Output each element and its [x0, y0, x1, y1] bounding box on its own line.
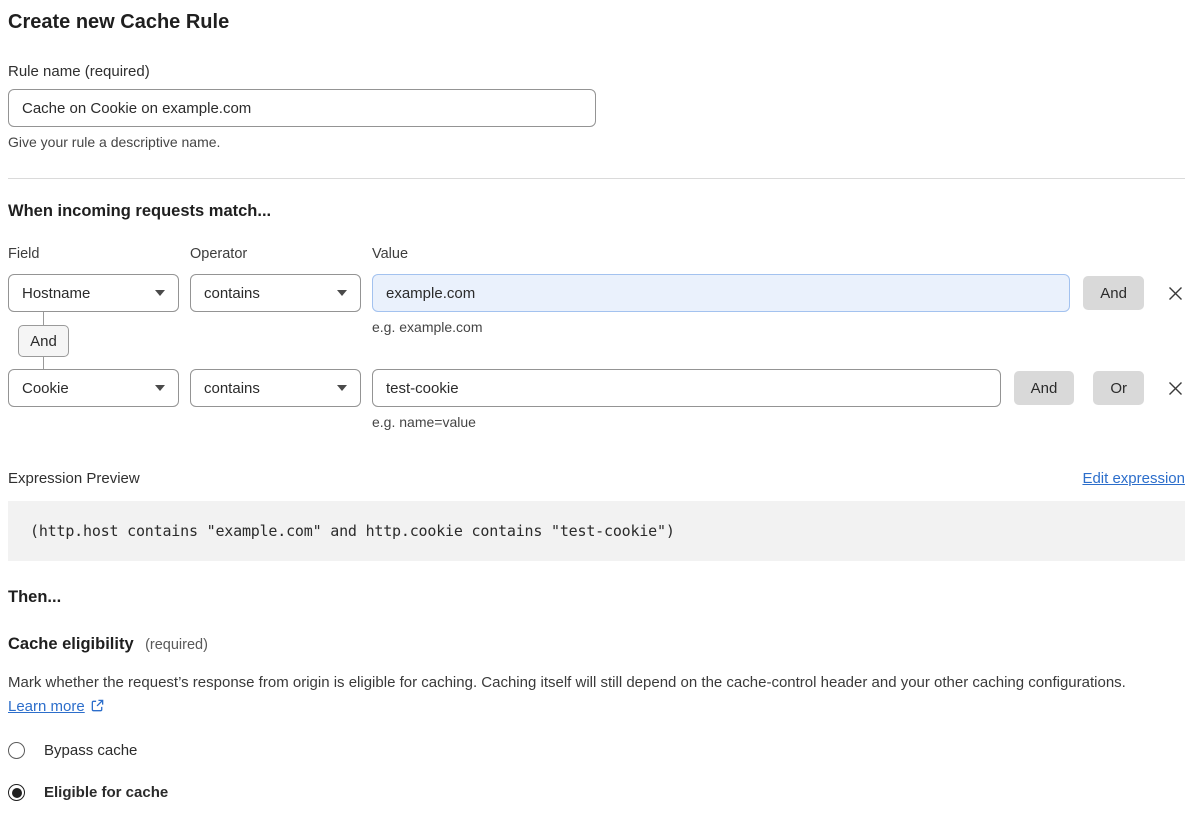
- condition-row-2: Cookie contains e.g. name=value And Or: [8, 369, 1185, 430]
- value-input-1[interactable]: [372, 274, 1070, 312]
- required-note: (required): [145, 637, 208, 653]
- operator-select-1-value: contains: [204, 285, 260, 302]
- value-hint-2: e.g. name=value: [372, 414, 1001, 430]
- rule-name-section: Rule name (required) Give your rule a de…: [8, 63, 1185, 150]
- row-actions-1: And: [1083, 276, 1185, 310]
- chevron-down-icon: [155, 290, 165, 296]
- section-divider: [8, 178, 1185, 179]
- field-select-2[interactable]: Cookie: [8, 369, 179, 407]
- connector-line: [43, 312, 44, 325]
- edit-expression-link[interactable]: Edit expression: [1082, 470, 1185, 487]
- remove-condition-icon[interactable]: [1165, 378, 1185, 398]
- description-text: Mark whether the request’s response from…: [8, 674, 1126, 691]
- and-button-row1[interactable]: And: [1083, 276, 1144, 310]
- learn-more-link[interactable]: Learn more: [8, 698, 85, 715]
- match-heading: When incoming requests match...: [8, 202, 1185, 221]
- operator-select-2-value: contains: [204, 380, 260, 397]
- radio-selected-icon[interactable]: [8, 784, 25, 801]
- connector-line: [43, 357, 44, 369]
- page-title: Create new Cache Rule: [8, 10, 1185, 34]
- cache-eligibility-header: Cache eligibility (required): [8, 635, 1185, 654]
- external-link-icon: [90, 700, 105, 717]
- chevron-down-icon: [337, 385, 347, 391]
- remove-condition-icon[interactable]: [1165, 283, 1185, 303]
- rule-name-input[interactable]: [8, 89, 596, 127]
- expression-preview-header: Expression Preview Edit expression: [8, 470, 1185, 487]
- and-button-row2[interactable]: And: [1014, 371, 1075, 405]
- field-select-2-value: Cookie: [22, 380, 69, 397]
- operator-select-2[interactable]: contains: [190, 369, 361, 407]
- radio-label: Bypass cache: [44, 742, 137, 759]
- value-column-2: e.g. name=value: [372, 369, 1001, 430]
- expression-preview-label: Expression Preview: [8, 470, 140, 487]
- expression-code: (http.host contains "example.com" and ht…: [8, 501, 1185, 561]
- chevron-down-icon: [337, 290, 347, 296]
- radio-option-bypass-cache[interactable]: Bypass cache: [8, 742, 1185, 759]
- rule-name-helper: Give your rule a descriptive name.: [8, 134, 1185, 150]
- connector-and-button[interactable]: And: [18, 325, 69, 357]
- field-column-label: Field: [8, 246, 190, 262]
- then-heading: Then...: [8, 588, 1185, 607]
- radio-unselected-icon[interactable]: [8, 742, 25, 759]
- radio-label: Eligible for cache: [44, 784, 168, 801]
- row-actions-2: And Or: [1014, 371, 1185, 405]
- create-cache-rule-page: Create new Cache Rule Rule name (require…: [0, 0, 1200, 831]
- condition-connector: And: [8, 325, 1185, 357]
- chevron-down-icon: [155, 385, 165, 391]
- operator-select-1[interactable]: contains: [190, 274, 361, 312]
- field-select-1[interactable]: Hostname: [8, 274, 179, 312]
- value-column-label: Value: [372, 246, 1185, 262]
- operator-column-label: Operator: [190, 246, 372, 262]
- cache-eligibility-description: Mark whether the request’s response from…: [8, 671, 1168, 721]
- value-input-2[interactable]: [372, 369, 1001, 407]
- or-button-row2[interactable]: Or: [1093, 371, 1144, 405]
- field-select-1-value: Hostname: [22, 285, 90, 302]
- rule-name-label: Rule name (required): [8, 63, 1185, 80]
- cache-eligibility-heading: Cache eligibility: [8, 635, 134, 653]
- radio-option-eligible-for-cache[interactable]: Eligible for cache: [8, 784, 1185, 801]
- condition-column-labels: Field Operator Value: [8, 246, 1185, 262]
